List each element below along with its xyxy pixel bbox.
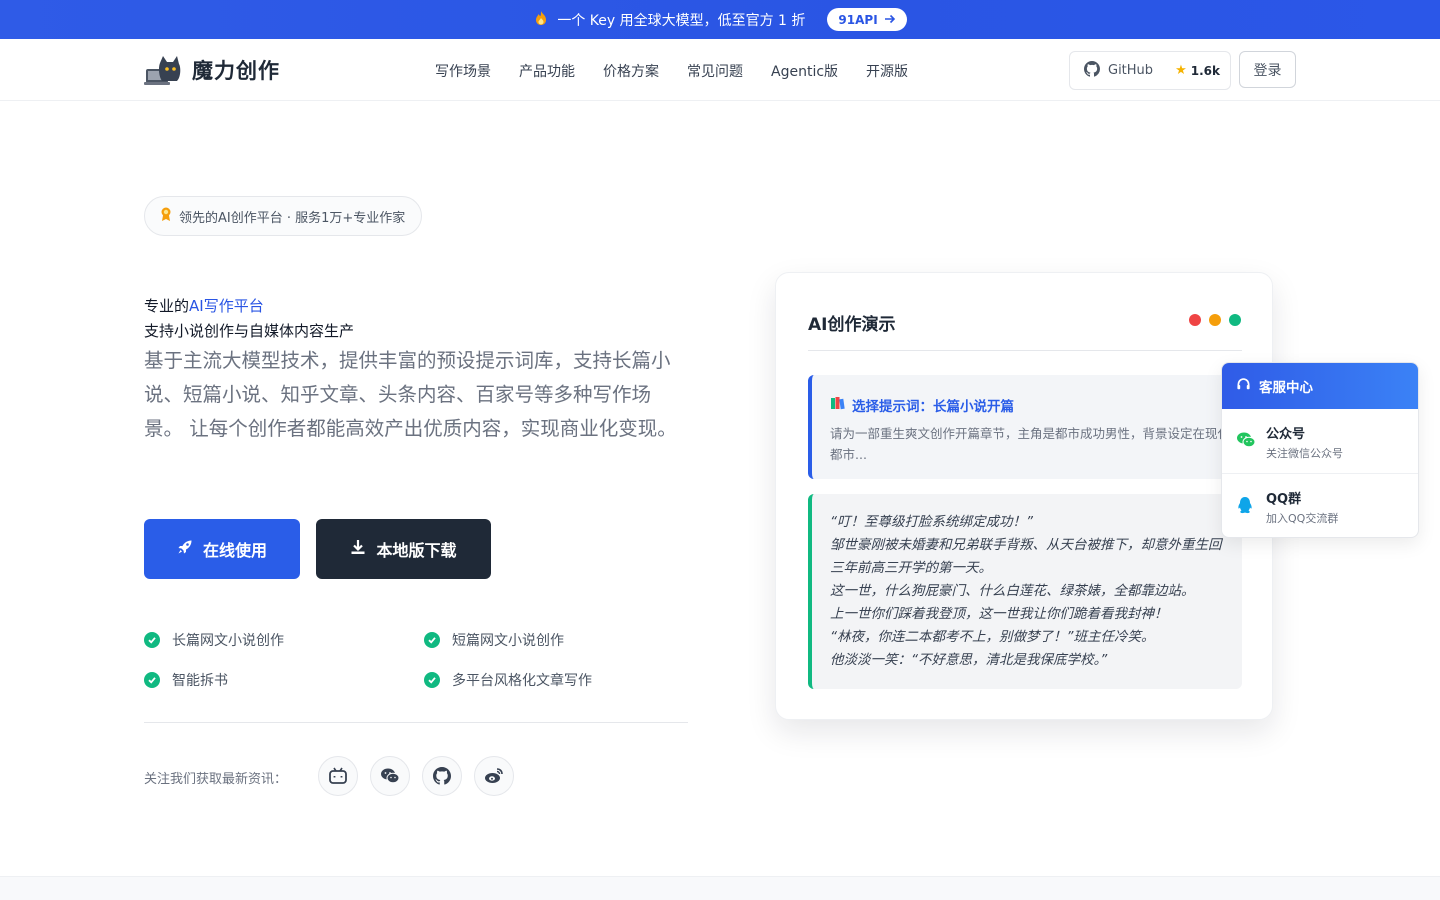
nav-item-agentic[interactable]: Agentic版 — [771, 61, 838, 81]
github-label: GitHub — [1108, 63, 1154, 78]
nav-item-opensource[interactable]: 开源版 — [866, 61, 908, 81]
rocket-icon — [177, 539, 193, 559]
ai-demo-card: AI创作演示 选择提示词：长篇小说开篇 请为一部重生爽文创作开篇章节，主角是都市… — [775, 272, 1273, 720]
star-icon: ★ — [1175, 63, 1187, 78]
nav-item-features[interactable]: 产品功能 — [519, 61, 575, 81]
promo-bar: 一个 Key 用全球大模型，低至官方 1 折 91API — [0, 0, 1440, 39]
github-star-count: 1.6k — [1190, 63, 1220, 78]
next-section-edge — [0, 876, 1440, 900]
service-item-title: QQ群 — [1266, 492, 1302, 507]
hero-title-highlight: AI写作平台 — [189, 297, 264, 315]
nav-item-pricing[interactable]: 价格方案 — [603, 61, 659, 81]
divider — [144, 722, 688, 723]
nav-item-faq[interactable]: 常见问题 — [687, 61, 743, 81]
prompt-text: 请为一部重生爽文创作开篇章节，主角是都市成功男性，背景设定在现代都市... — [830, 426, 1231, 462]
check-circle-icon — [424, 632, 440, 648]
output-line: 这一世，什么狗屁豪门、什么白莲花、绿茶婊，全都靠边站。 — [830, 583, 1195, 599]
output-line: 上一世你们踩着我登顶，这一世我让你们跪着看我封神！ — [830, 606, 1168, 622]
demo-title: AI创作演示 — [808, 315, 896, 335]
service-item-qq[interactable]: QQ群 加入QQ交流群 — [1222, 474, 1418, 537]
login-button[interactable]: 登录 — [1239, 51, 1296, 88]
top-nav: 魔力创作 写作场景 产品功能 价格方案 常见问题 Agentic版 开源版 Gi… — [0, 39, 1440, 101]
follow-label: 关注我们获取最新资讯： — [144, 772, 288, 787]
github-icon[interactable] — [422, 756, 462, 796]
service-title: 客服中心 — [1259, 380, 1313, 396]
feature-label: 长篇网文小说创作 — [172, 633, 284, 649]
window-dot-green — [1229, 314, 1241, 326]
check-circle-icon — [144, 672, 160, 688]
output-line: 邹世豪刚被未婚妻和兄弟联手背叛、从天台被推下，却意外重生回三年前高三开学的第一天… — [830, 537, 1222, 576]
github-button[interactable]: GitHub ★ 1.6k — [1069, 51, 1231, 90]
feature-item: 智能拆书 — [144, 670, 228, 690]
feature-item: 长篇网文小说创作 — [144, 630, 284, 650]
output-line: 他淡淡一笑：“不好意思，清北是我保底学校。” — [830, 652, 1108, 668]
download-label: 本地版下载 — [376, 541, 457, 560]
service-header[interactable]: 客服中心 — [1222, 363, 1418, 409]
hero-description: 基于主流大模型技术，提供丰富的预设提示词库，支持长篇小说、短篇小说、知乎文章、头… — [144, 349, 677, 440]
books-icon — [830, 396, 846, 414]
prompt-panel: 选择提示词：长篇小说开篇 请为一部重生爽文创作开篇章节，主角是都市成功男性，背景… — [808, 375, 1242, 479]
feature-item: 短篇网文小说创作 — [424, 630, 564, 650]
service-item-subtitle: 关注微信公众号 — [1266, 447, 1343, 460]
service-item-subtitle: 加入QQ交流群 — [1266, 512, 1339, 525]
nav-item-scenarios[interactable]: 写作场景 — [435, 61, 491, 81]
feature-label: 多平台风格化文章写作 — [452, 673, 592, 689]
output-panel: “叮！至尊级打脸系统绑定成功！” 邹世豪刚被未婚妻和兄弟联手背叛、从天台被推下，… — [808, 494, 1242, 689]
promo-cta-button[interactable]: 91API — [827, 8, 907, 31]
fire-icon — [533, 10, 549, 30]
online-use-label: 在线使用 — [202, 541, 267, 560]
award-icon — [159, 206, 173, 226]
wechat-icon[interactable] — [370, 756, 410, 796]
check-circle-icon — [424, 672, 440, 688]
download-button[interactable]: 本地版下载 — [316, 519, 491, 579]
window-dot-yellow — [1209, 314, 1221, 326]
bilibili-icon[interactable] — [318, 756, 358, 796]
output-line: “林夜，你连二本都考不上，别做梦了！”班主任冷笑。 — [830, 629, 1155, 645]
brand-name: 魔力创作 — [192, 59, 280, 83]
hero-badge: 领先的AI创作平台 · 服务1万+专业作家 — [144, 196, 423, 236]
brand[interactable]: 魔力创作 — [144, 53, 280, 87]
weibo-icon[interactable] — [474, 756, 514, 796]
github-icon — [1084, 60, 1100, 81]
hero-title-prefix: 专业的 — [144, 297, 190, 315]
wechat-icon — [1236, 431, 1256, 453]
download-icon — [350, 539, 366, 559]
headset-icon — [1236, 377, 1251, 396]
hero-subtitle: 支持小说创作与自媒体内容生产 — [144, 322, 355, 340]
service-item-wechat[interactable]: 公众号 关注微信公众号 — [1222, 409, 1418, 474]
main-menu: 写作场景 产品功能 价格方案 常见问题 Agentic版 开源版 — [435, 61, 908, 81]
output-text: “叮！至尊级打脸系统绑定成功！” 邹世豪刚被未婚妻和兄弟联手背叛、从天台被推下，… — [830, 511, 1230, 672]
cat-logo-icon — [144, 53, 182, 87]
promo-cta-label: 91API — [838, 12, 878, 27]
output-line: “叮！至尊级打脸系统绑定成功！” — [830, 514, 1033, 530]
hero-title: 专业的AI写作平台 — [144, 295, 264, 316]
qq-icon — [1236, 496, 1254, 520]
hero-badge-text: 领先的AI创作平台 · 服务1万+专业作家 — [179, 210, 406, 226]
feature-label: 智能拆书 — [172, 673, 228, 689]
online-use-button[interactable]: 在线使用 — [144, 519, 300, 579]
demo-divider — [808, 350, 1242, 351]
promo-text: 一个 Key 用全球大模型，低至官方 1 折 — [557, 12, 806, 29]
arrow-right-icon — [884, 13, 896, 27]
prompt-title-row: 选择提示词：长篇小说开篇 — [830, 395, 1014, 415]
feature-item: 多平台风格化文章写作 — [424, 670, 592, 690]
service-item-title: 公众号 — [1266, 427, 1306, 442]
customer-service-panel: 客服中心 公众号 关注微信公众号 QQ群 加入QQ交流群 — [1221, 362, 1419, 538]
prompt-title: 选择提示词：长篇小说开篇 — [852, 399, 1014, 415]
check-circle-icon — [144, 632, 160, 648]
feature-label: 短篇网文小说创作 — [452, 633, 564, 649]
window-dot-red — [1189, 314, 1201, 326]
